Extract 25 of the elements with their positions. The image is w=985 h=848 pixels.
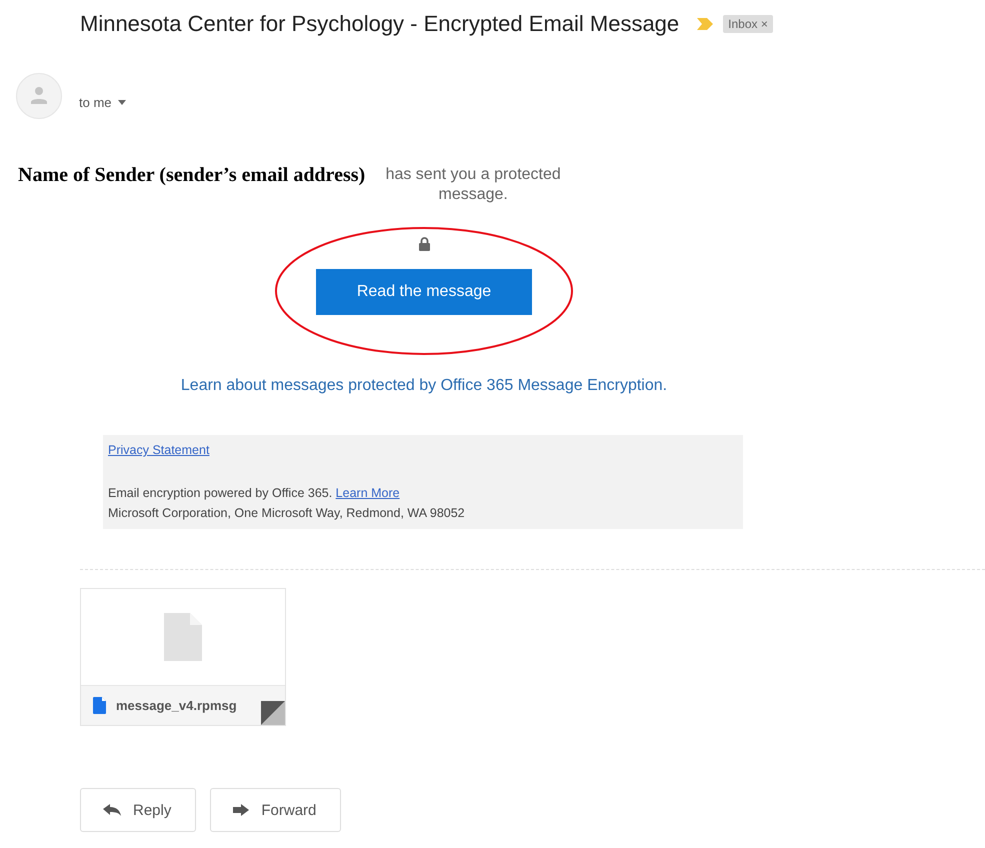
importance-marker-icon[interactable] (697, 18, 714, 30)
forward-arrow-icon (233, 804, 250, 816)
email-subject: Minnesota Center for Psychology - Encrypted Email Message (80, 11, 680, 37)
page-curl-icon (261, 701, 285, 725)
lock-icon (418, 237, 430, 251)
sender-name: Name of Sender (sender’s email address) (18, 164, 366, 187)
read-message-button[interactable]: Read the message (316, 269, 532, 315)
caret-icon (118, 100, 126, 104)
learn-more-link[interactable]: Learn More (336, 486, 400, 500)
avatar-icon (16, 73, 62, 119)
file-icon (93, 697, 106, 714)
attachment-name: message_v4.rpmsg (116, 698, 237, 713)
encryption-note: Email encryption powered by Office 365. Learn More (108, 485, 401, 502)
privacy-statement-link[interactable]: Privacy Statement (108, 443, 210, 457)
reply-button[interactable]: Reply (80, 788, 196, 832)
reply-arrow-icon (103, 804, 121, 816)
company-address: Microsoft Corporation, One Microsoft Way, Redmond, WA 98052 (108, 505, 466, 522)
attachment-card[interactable]: message_v4.rpmsg (80, 588, 286, 726)
recipient-dropdown[interactable]: to me (79, 82, 126, 110)
notice-text: has sent you a protected message. (384, 165, 562, 205)
document-icon (164, 613, 202, 661)
learn-about-link[interactable]: Learn about messages protected by Office 365 Message Encryption. (180, 377, 668, 395)
remove-label-button[interactable]: × (760, 17, 768, 31)
inbox-label: Inbox × (723, 15, 773, 33)
forward-button[interactable]: Forward (210, 788, 342, 832)
